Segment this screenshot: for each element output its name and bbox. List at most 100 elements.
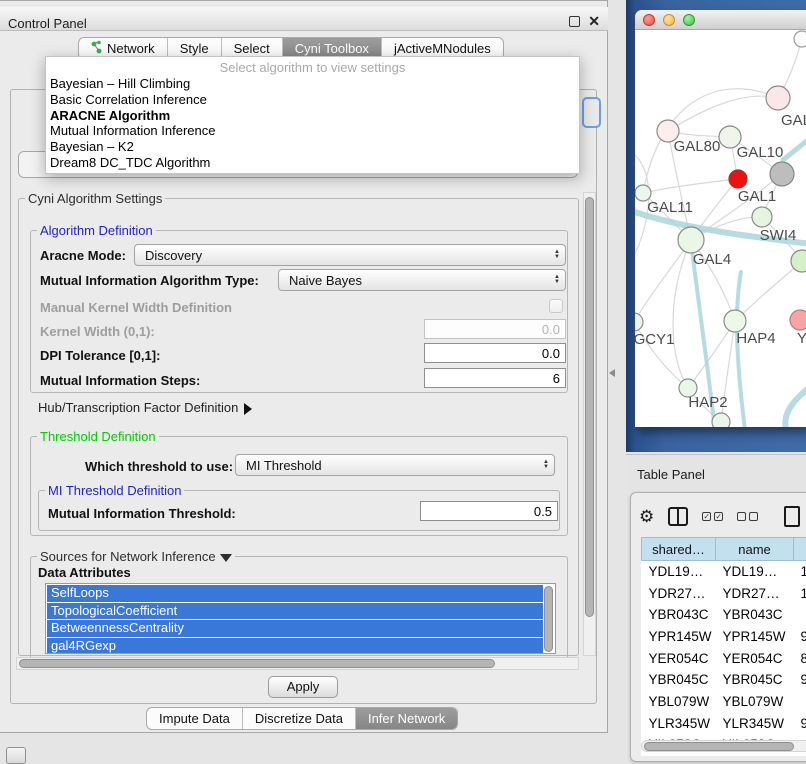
manual-kernel-width-checkbox[interactable] [549,299,563,313]
table-row[interactable]: YBL079WYBL079W [642,691,806,713]
table-cell: YBL079W [716,691,794,713]
table-row[interactable]: YLR345WYLR345W9. [642,712,806,734]
tab-label: Network [107,41,155,56]
column-header[interactable]: name [716,538,794,561]
data-attribute-item[interactable]: BetweennessCentrality [47,620,543,637]
mac-minimize-icon[interactable] [663,14,675,26]
bottom-tab-label: Impute Data [159,711,230,726]
table-cell: YER054C [716,647,794,669]
mi-steps-input[interactable] [424,368,566,388]
focus-ring-fragment [582,97,601,128]
mac-close-icon[interactable] [643,14,655,26]
close-icon[interactable]: ✕ [588,13,600,30]
table-cell: YBR045C [716,669,794,691]
float-window-icon[interactable] [569,16,580,27]
select-all-checks-icon[interactable]: ✓✓ [702,512,723,521]
table-row[interactable]: YBR045CYBR045C9. [642,669,806,691]
column-header[interactable] [794,538,806,561]
network-node-label: GCY1 [635,331,674,348]
network-node[interactable] [729,170,747,188]
network-node-gal4[interactable] [678,227,704,253]
table-panel-title: Table Panel [637,467,705,482]
network-canvas[interactable]: GALGAL80GAL10GAL1GAL11SWI4GAL4GCY1HAP4YH… [635,30,806,427]
algorithm-option[interactable]: Mutual Information Inference [46,123,579,139]
table-horizontal-scrollbar[interactable] [641,740,806,752]
network-node-gal[interactable] [766,86,790,110]
algorithm-dropdown-placeholder: Select algorithm to view settings [46,57,579,76]
data-attribute-item[interactable]: SelfLoops [47,585,543,602]
hub-definition-label: Hub/Transcription Factor Definition [38,400,238,415]
sources-title[interactable]: Sources for Network Inference [37,549,235,564]
network-node-label: GAL10 [737,144,784,161]
table-cell: YBR043C [642,604,716,626]
network-node-gal1[interactable] [752,207,772,227]
data-attribute-item[interactable]: TopologicalCoefficient [47,603,543,620]
mi-threshold-group-title: MI Threshold Definition [45,483,184,498]
mi-algorithm-type-combo[interactable]: Naive Bayes ▲▼ [278,269,566,291]
mi-threshold-input[interactable] [420,501,558,521]
network-node-label: GAL1 [738,188,776,205]
algorithm-option[interactable]: Bayesian – Hill Climbing [46,76,579,92]
document-icon[interactable] [784,506,800,527]
bottom-tab-discretize-data[interactable]: Discretize Data [243,708,356,729]
aracne-mode-value: Discovery [135,248,549,263]
expanded-arrow-icon [220,554,232,562]
hub-definition-toggle[interactable]: Hub/Transcription Factor Definition [38,400,252,415]
table-row[interactable]: YER054CYER054C8. [642,647,806,669]
aracne-mode-label: Aracne Mode: [40,248,126,263]
network-node[interactable] [794,31,806,47]
algorithm-option[interactable]: Dream8 DC_TDC Algorithm [46,155,579,171]
network-node-label: GAL4 [693,251,731,268]
deselect-all-checks-icon[interactable] [737,512,758,521]
manual-kernel-width-label: Manual Kernel Width Definition [40,300,232,315]
network-edge-highlighted [737,272,745,427]
columns-icon[interactable] [668,507,688,526]
bottom-tab-impute-data[interactable]: Impute Data [147,708,243,729]
gear-icon[interactable]: ⚙ [639,508,654,525]
table-cell: YPR145W [716,626,794,648]
mi-steps-label: Mutual Information Steps: [40,373,200,388]
kernel-width-label: Kernel Width (0,1): [40,324,155,339]
table-cell: 8. [794,647,806,669]
kernel-width-input[interactable] [424,319,566,339]
network-node-hap4[interactable] [724,310,746,332]
which-threshold-combo[interactable]: MI Threshold ▲▼ [235,454,555,476]
column-header[interactable]: shared… [642,538,716,561]
mac-zoom-icon[interactable] [683,14,695,26]
network-window[interactable]: GALGAL80GAL10GAL1GAL11SWI4GAL4GCY1HAP4YH… [635,10,806,427]
network-edge-highlighted [783,136,806,160]
network-node[interactable] [712,413,730,427]
which-threshold-label: Which threshold to use: [85,459,233,474]
splitter-collapse-icon[interactable] [609,369,615,377]
data-attributes-list[interactable]: SelfLoopsTopologicalCoefficientBetweenne… [45,583,556,654]
aracne-mode-combo[interactable]: Discovery ▲▼ [134,244,566,266]
minimized-panel-icon[interactable] [6,747,26,764]
data-attributes-label: Data Attributes [38,565,131,580]
algorithm-option[interactable]: Bayesian – K2 [46,139,579,155]
table-row[interactable]: YDR27…YDR27…12 [642,582,806,604]
algorithm-option[interactable]: ARACNE Algorithm [46,108,579,124]
network-node-y[interactable] [790,310,806,330]
table-cell: YER054C [642,647,716,669]
bottom-tab-infer-network[interactable]: Infer Network [356,708,457,729]
settings-vertical-scrollbar[interactable] [583,192,596,656]
threshold-definition-title: Threshold Definition [37,429,159,444]
network-edge [735,261,802,321]
table-row[interactable]: YDL19…YDL19…13 [642,561,806,583]
table-row[interactable]: YBR043CYBR043C [642,604,806,626]
network-node-gcy1[interactable] [635,313,643,331]
mi-threshold-label: Mutual Information Threshold: [48,506,236,521]
settings-horizontal-scrollbar[interactable] [16,657,579,670]
dpi-tolerance-input[interactable] [424,343,566,363]
data-attribute-item[interactable]: gal4RGexp [47,638,543,655]
list-scrollbar[interactable] [544,586,553,652]
table-cell [794,604,806,626]
tab-label: Select [234,41,270,56]
algorithm-option[interactable]: Basic Correlation Inference [46,92,579,108]
dpi-tolerance-label: DPI Tolerance [0,1]: [40,348,160,363]
table-cell: YBL079W [642,691,716,713]
apply-button[interactable]: Apply [268,676,338,698]
network-node[interactable] [770,162,794,186]
table-toolbar: ⚙ ✓✓ [639,503,800,529]
table-row[interactable]: YPR145WYPR145W9. [642,626,806,648]
